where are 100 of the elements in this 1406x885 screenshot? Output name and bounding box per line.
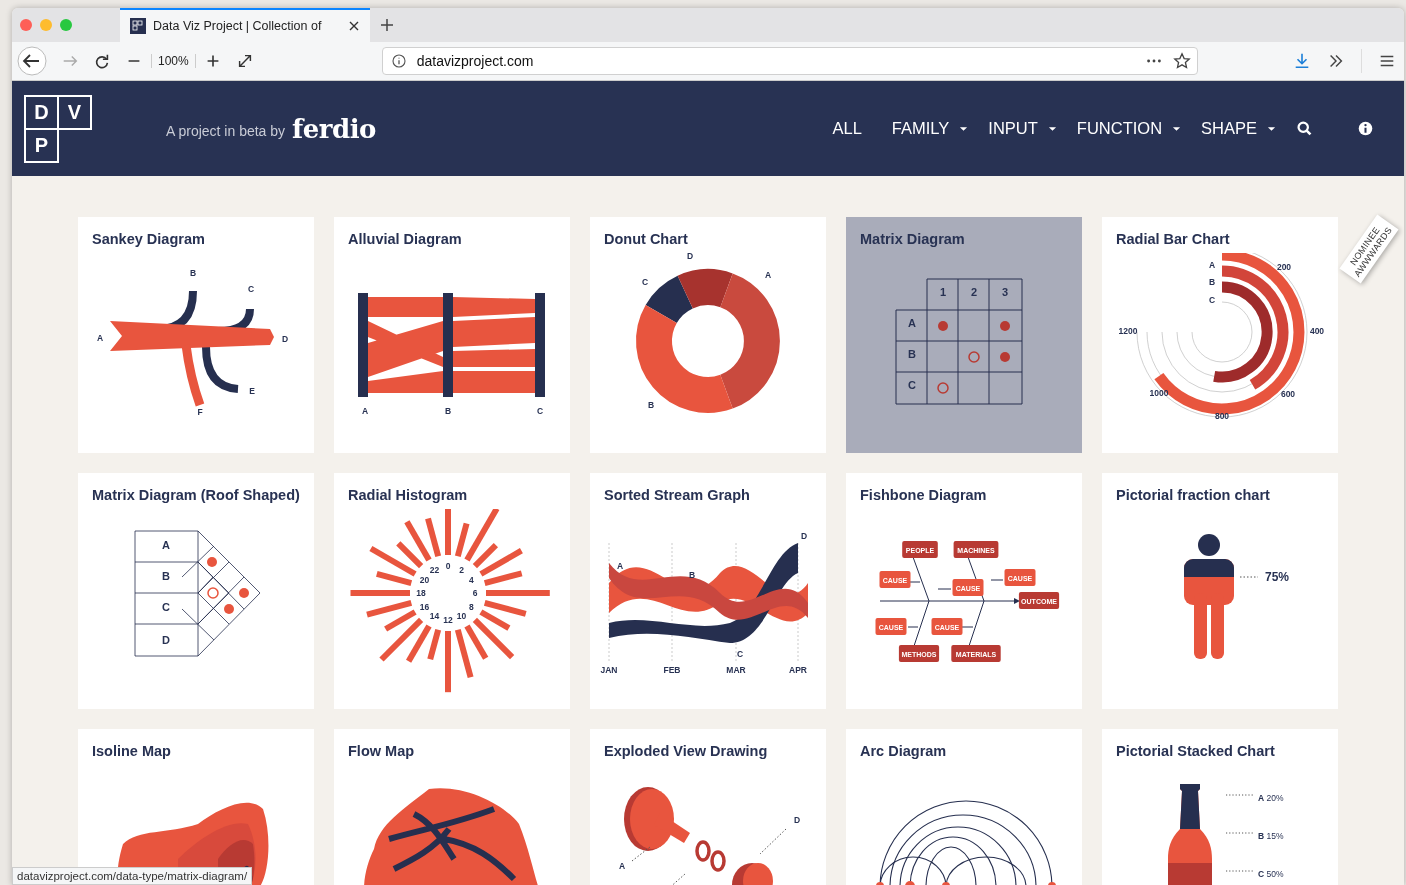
- axis-label: B: [444, 406, 452, 416]
- axis-label: B: [688, 570, 696, 580]
- chart-type-card[interactable]: Sankey Diagram B C A D E F: [78, 217, 314, 453]
- card-title: Matrix Diagram (Roof Shaped): [91, 486, 301, 505]
- search-icon[interactable]: [1296, 120, 1313, 137]
- card-title: Isoline Map: [91, 742, 172, 761]
- axis-label: MAR: [726, 665, 746, 675]
- axis-label: 2: [459, 564, 464, 575]
- card-title: Fishbone Diagram: [859, 486, 988, 505]
- close-tab-icon[interactable]: [348, 20, 360, 32]
- chart-type-card[interactable]: Matrix Diagram (Roof Shaped) A B C D: [78, 473, 314, 709]
- axis-label: 16: [419, 601, 430, 612]
- axis-label: A: [764, 270, 772, 280]
- axis-label: A: [162, 539, 170, 551]
- caret-icon: [959, 125, 969, 132]
- leader-line: [1239, 576, 1259, 578]
- axis-label: 400: [1309, 326, 1325, 336]
- axis-label: 20: [419, 574, 430, 585]
- nav-menu-item[interactable]: FAMILY: [891, 115, 969, 142]
- leader-line: [1225, 870, 1255, 872]
- axis-label: 18: [416, 588, 426, 598]
- logo-letter[interactable]: P: [24, 127, 59, 163]
- axis-label: E: [249, 386, 255, 396]
- chart-type-card[interactable]: Pictorial Stacked Chart A 20% B 15% C 50%: [1102, 729, 1338, 885]
- download-icon[interactable]: [1293, 52, 1311, 70]
- axis-label: F: [197, 407, 203, 417]
- axis-label: A: [1208, 260, 1216, 270]
- browser-tab[interactable]: Data Viz Project | Collection of: [120, 8, 370, 42]
- nav-menu-item[interactable]: INPUT: [988, 115, 1057, 142]
- axis-label: C: [162, 601, 170, 613]
- axis-label: B: [647, 400, 655, 410]
- chart-type-card[interactable]: Pictorial fraction chart 75%: [1102, 473, 1338, 709]
- info-icon[interactable]: [1357, 120, 1374, 137]
- axis-label: D: [793, 815, 801, 825]
- new-tab-icon[interactable]: [380, 18, 394, 32]
- percent-label: 75%: [1265, 570, 1290, 584]
- segment-label: A 20%: [1258, 793, 1284, 803]
- overflow-chevron-icon[interactable]: [1327, 52, 1345, 70]
- logo-letter[interactable]: V: [57, 94, 92, 130]
- segment-label: B 15%: [1258, 831, 1284, 841]
- chart-type-card[interactable]: Matrix Diagram 1 2 3 A B C: [846, 217, 1082, 453]
- nav-menu-item[interactable]: ALL: [832, 115, 862, 142]
- card-title: Exploded View Drawing: [603, 742, 769, 761]
- axis-label: 1000: [1149, 388, 1169, 398]
- axis-label: C: [1208, 295, 1216, 305]
- card-title: Radial Histogram: [347, 486, 469, 505]
- back-button-icon[interactable]: [17, 46, 47, 76]
- chart-type-card[interactable]: Alluvial Diagram A B C: [334, 217, 570, 453]
- card-title: Sankey Diagram: [91, 230, 206, 249]
- axis-label: 14: [429, 611, 440, 622]
- axis-label: D: [162, 634, 170, 646]
- logo-letter[interactable]: D: [24, 94, 59, 130]
- chart-type-card[interactable]: Radial Histogram 22 0 2 20 4 18 6 16 8 14 12 10: [334, 473, 570, 709]
- axis-label: C: [641, 277, 649, 287]
- info-icon[interactable]: [390, 53, 407, 69]
- brand-wordmark[interactable]: ferdio: [292, 113, 376, 144]
- tagline: A project in beta by: [166, 122, 286, 139]
- axis-label: A: [96, 333, 104, 343]
- caret-icon: [1267, 125, 1276, 132]
- axis-label: C: [247, 284, 255, 294]
- axis-label: FEB: [663, 665, 681, 675]
- site-favicon-icon: [130, 18, 146, 34]
- axis-label: 4: [469, 574, 474, 585]
- chart-type-card[interactable]: Donut Chart D A C B: [590, 217, 826, 453]
- zoom-level[interactable]: 100%: [151, 54, 196, 68]
- card-title: Arc Diagram: [859, 742, 948, 761]
- bookmark-star-icon[interactable]: [1172, 52, 1191, 70]
- axis-label: A: [908, 317, 916, 329]
- axis-label: 0: [445, 561, 451, 571]
- card-title: Radial Bar Chart: [1115, 230, 1231, 249]
- axis-label: C: [908, 379, 916, 391]
- card-title: Pictorial fraction chart: [1115, 486, 1271, 505]
- chart-type-card[interactable]: Radial Bar Chart A B C 200 400 600 800 1000 1200: [1102, 217, 1338, 453]
- axis-label: 12: [443, 615, 453, 625]
- axis-label: A: [361, 406, 369, 416]
- axis-label: 200: [1276, 262, 1292, 272]
- segment-label: C 50%: [1258, 869, 1284, 879]
- address-bar[interactable]: datavizproject.com: [381, 47, 1198, 75]
- axis-label: 10: [456, 611, 467, 622]
- caret-icon: [1172, 125, 1182, 132]
- status-url: datavizproject.com/data-type/matrix-diagram/: [12, 867, 253, 885]
- axis-label: 1: [939, 286, 947, 298]
- axis-label: 22: [429, 564, 440, 575]
- caret-icon: [1047, 125, 1057, 132]
- axis-label: D: [800, 531, 808, 541]
- axis-label: 3: [1001, 286, 1009, 298]
- axis-label: 2: [970, 286, 978, 298]
- chart-type-card[interactable]: Arc Diagram: [846, 729, 1082, 885]
- reload-icon[interactable]: [93, 52, 111, 70]
- chart-type-card[interactable]: Flow Map: [334, 729, 570, 885]
- axis-label: D: [281, 334, 289, 344]
- axis-label: JAN: [600, 665, 618, 675]
- nav-menu-item[interactable]: SHAPE: [1201, 115, 1276, 142]
- chart-type-card[interactable]: Exploded View Drawing A D: [590, 729, 826, 885]
- axis-label: 600: [1280, 389, 1296, 399]
- nav-menu-item[interactable]: FUNCTION: [1076, 115, 1182, 142]
- chart-type-card[interactable]: Sorted Stream Graph A B C D JAN FEB MAR APR: [590, 473, 826, 709]
- axis-label: B: [162, 570, 170, 582]
- card-title: Pictorial Stacked Chart: [1115, 742, 1276, 761]
- axis-label: A: [616, 561, 624, 571]
